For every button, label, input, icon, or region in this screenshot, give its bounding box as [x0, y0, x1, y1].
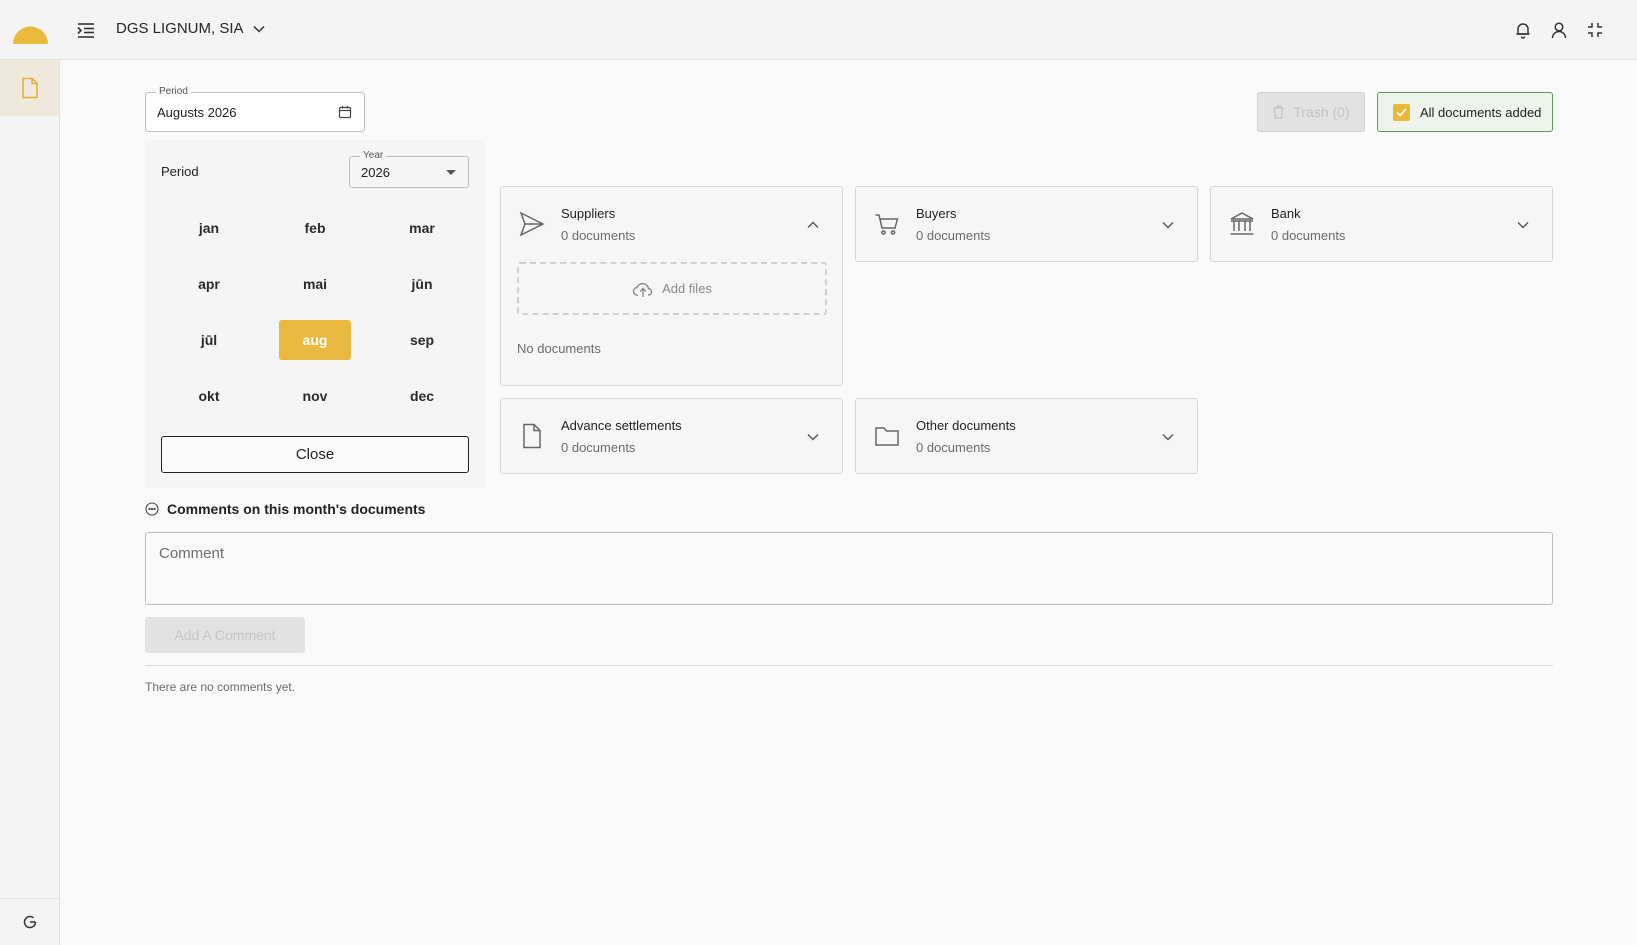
- month-picker-popup: Period Year 2026 jan feb mar apr mai jūn…: [145, 140, 485, 488]
- card-title: Other documents: [916, 418, 1016, 433]
- chevron-down-icon[interactable]: [806, 430, 820, 444]
- month-okt[interactable]: okt: [173, 376, 245, 416]
- card-advance-settlements[interactable]: Advance settlements 0 documents: [500, 398, 843, 474]
- month-jan[interactable]: jan: [173, 208, 245, 248]
- card-other-documents[interactable]: Other documents 0 documents: [855, 398, 1198, 474]
- period-field-value: Augusts 2026: [157, 105, 237, 120]
- trash-label: Trash (0): [1293, 104, 1350, 120]
- comment-input[interactable]: Comment: [145, 532, 1553, 605]
- year-select-value: 2026: [361, 165, 390, 180]
- comments-heading: Comments on this month's documents: [145, 501, 425, 517]
- top-bar: DGS LIGNUM, SIA: [0, 0, 1637, 60]
- sidebar-refresh[interactable]: [0, 898, 59, 945]
- period-field[interactable]: Period Augusts 2026: [145, 86, 365, 132]
- no-comments-text: There are no comments yet.: [145, 680, 296, 694]
- company-name: DGS LIGNUM, SIA: [116, 20, 244, 37]
- card-title: Bank: [1271, 206, 1301, 221]
- add-files-label: Add files: [662, 281, 712, 296]
- brand-logo-icon: [13, 26, 48, 44]
- comment-placeholder: Comment: [159, 545, 225, 562]
- all-documents-added-toggle[interactable]: All documents added: [1377, 92, 1553, 132]
- folder-icon: [875, 427, 899, 446]
- chevron-down-icon: [253, 25, 265, 33]
- card-count: 0 documents: [916, 440, 991, 455]
- card-title: Advance settlements: [561, 418, 682, 433]
- chevron-down-icon[interactable]: [1516, 218, 1530, 232]
- chevron-up-icon[interactable]: [806, 218, 820, 232]
- trash-button[interactable]: Trash (0): [1257, 92, 1365, 132]
- close-button[interactable]: Close: [161, 436, 469, 473]
- user-icon[interactable]: [1549, 20, 1569, 40]
- year-select-label: Year: [360, 150, 387, 161]
- month-feb[interactable]: feb: [279, 208, 351, 248]
- checkbox-checked-icon[interactable]: [1393, 103, 1410, 121]
- card-suppliers[interactable]: Suppliers 0 documents Add files No docum…: [500, 186, 843, 386]
- no-documents-text: No documents: [517, 341, 601, 356]
- month-nov[interactable]: nov: [279, 376, 351, 416]
- card-count: 0 documents: [561, 440, 636, 455]
- card-count: 0 documents: [561, 228, 636, 243]
- sidebar: [0, 60, 60, 945]
- month-sep[interactable]: sep: [386, 320, 458, 360]
- month-dec[interactable]: dec: [386, 376, 458, 416]
- calendar-icon[interactable]: [338, 105, 352, 119]
- month-apr[interactable]: apr: [173, 264, 245, 304]
- fullscreen-exit-icon[interactable]: [1585, 20, 1605, 40]
- shopping-cart-icon: [875, 214, 899, 235]
- card-title: Suppliers: [561, 206, 616, 221]
- chevron-down-icon[interactable]: [1161, 430, 1175, 444]
- bank-icon: [1230, 212, 1254, 235]
- month-jul[interactable]: jūl: [173, 320, 245, 360]
- company-selector[interactable]: DGS LIGNUM, SIA: [116, 20, 266, 37]
- chevron-down-icon[interactable]: [1161, 218, 1175, 232]
- caret-down-icon: [446, 170, 456, 175]
- add-files-dropzone[interactable]: Add files: [517, 262, 827, 315]
- refresh-icon: [23, 915, 36, 929]
- document-icon: [21, 77, 38, 99]
- send-icon: [519, 211, 545, 237]
- chat-bubble-icon: [145, 502, 159, 516]
- bell-icon[interactable]: [1513, 20, 1533, 40]
- month-jun[interactable]: jūn: [386, 264, 458, 304]
- period-field-label: Period: [156, 86, 191, 97]
- month-mai[interactable]: mai: [279, 264, 351, 304]
- menu-toggle-icon[interactable]: [76, 21, 96, 39]
- cloud-upload-icon: [632, 282, 653, 297]
- card-count: 0 documents: [1271, 228, 1346, 243]
- trash-icon: [1273, 105, 1285, 119]
- month-mar[interactable]: mar: [386, 208, 458, 248]
- month-aug-selected[interactable]: aug: [279, 320, 351, 360]
- year-select[interactable]: Year 2026: [349, 150, 469, 188]
- divider: [145, 665, 1553, 666]
- card-buyers[interactable]: Buyers 0 documents: [855, 186, 1198, 262]
- sidebar-item-documents[interactable]: [0, 60, 59, 116]
- comments-title: Comments on this month's documents: [167, 501, 426, 517]
- card-count: 0 documents: [916, 228, 991, 243]
- document-icon: [523, 423, 541, 449]
- add-comment-button[interactable]: Add A Comment: [145, 617, 305, 653]
- picker-label: Period: [161, 164, 199, 179]
- all-documents-added-label: All documents added: [1420, 104, 1542, 120]
- card-title: Buyers: [916, 206, 957, 221]
- card-bank[interactable]: Bank 0 documents: [1210, 186, 1553, 262]
